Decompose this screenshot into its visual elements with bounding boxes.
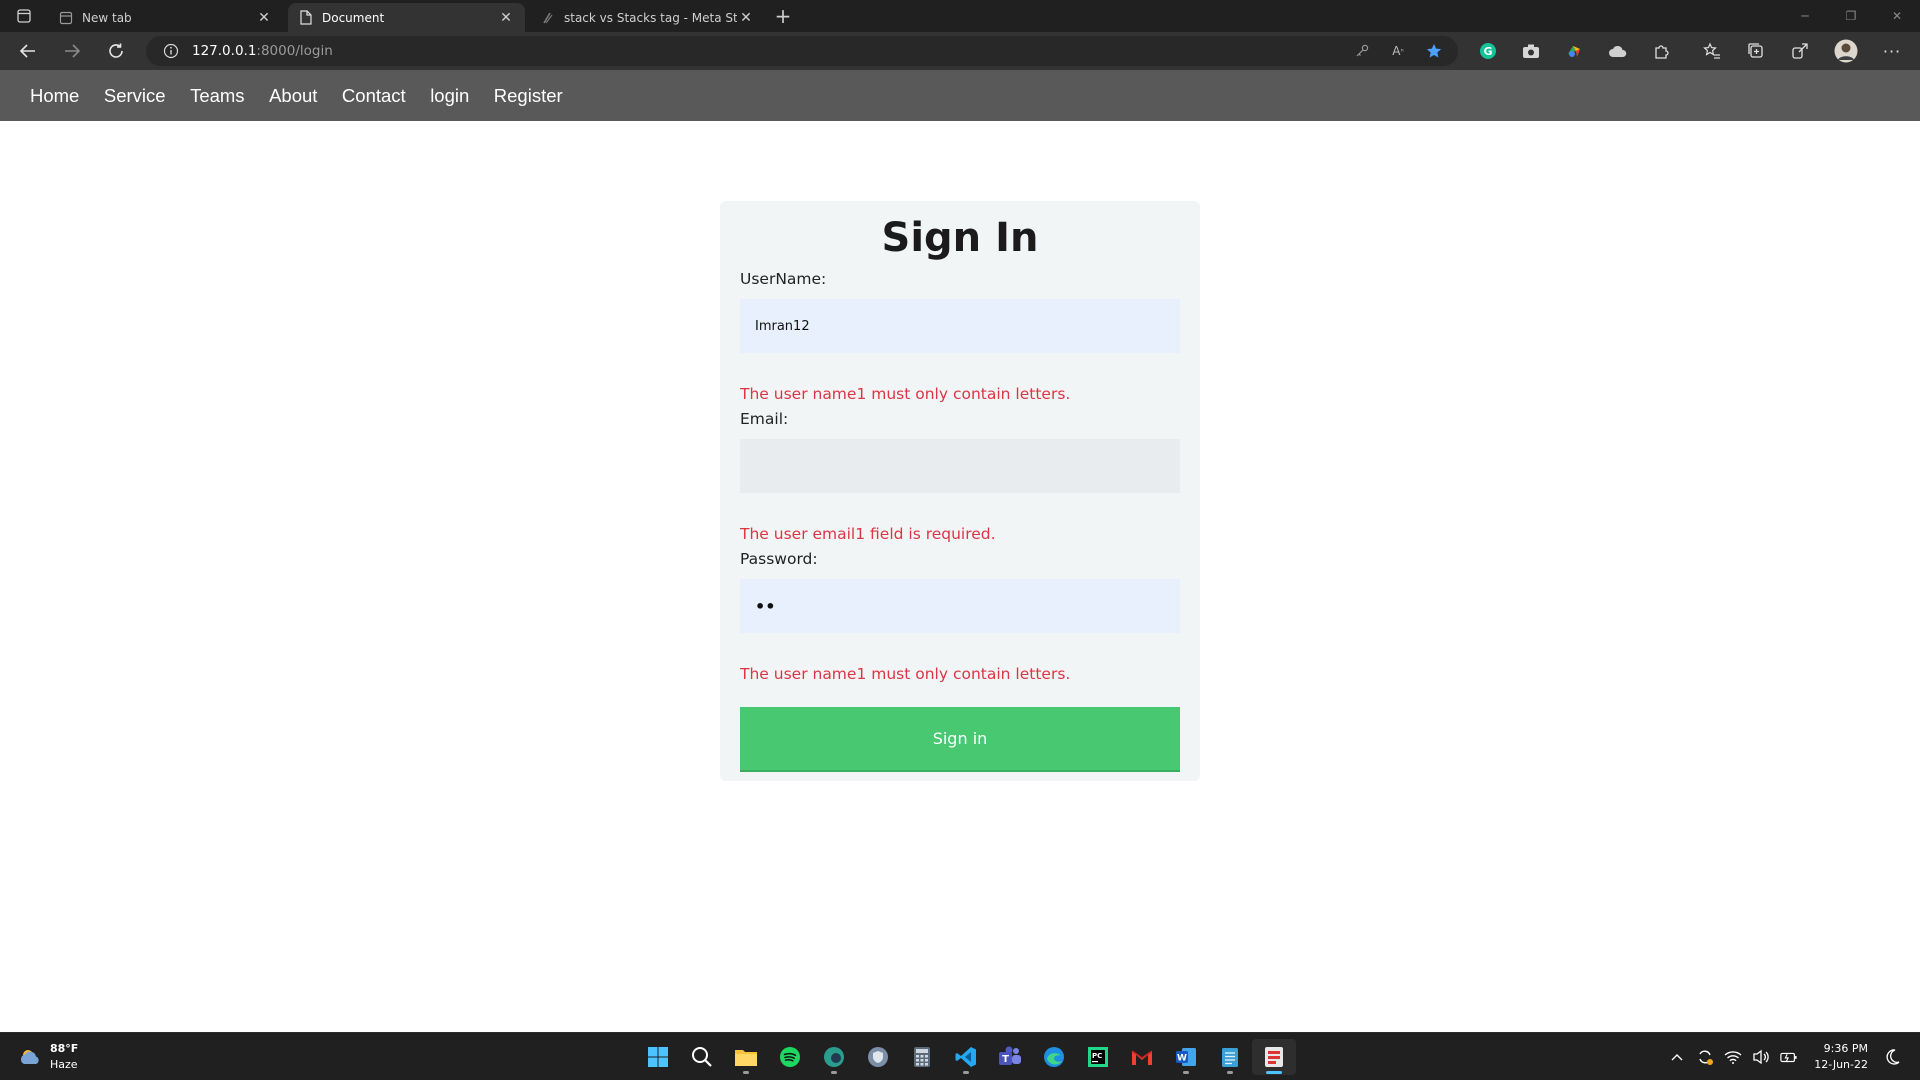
password-error: The user name1 must only contain letters… xyxy=(740,665,1071,683)
clock-date: 12-Jun-22 xyxy=(1814,1058,1868,1071)
new-tab-button[interactable]: + xyxy=(770,4,796,28)
page-icon xyxy=(58,10,74,26)
weather-temp: 88°F xyxy=(50,1042,79,1055)
vscode-icon[interactable] xyxy=(944,1039,988,1075)
document-icon xyxy=(298,10,314,26)
volume-icon[interactable] xyxy=(1752,1048,1770,1066)
nav-about[interactable]: About xyxy=(269,85,317,107)
spotify-icon[interactable] xyxy=(768,1039,812,1075)
address-bar[interactable]: 127.0.0.1:8000/login Aⁿ xyxy=(146,36,1458,66)
sync-icon[interactable] xyxy=(1696,1048,1714,1066)
svg-text:G: G xyxy=(1483,45,1492,58)
info-icon[interactable] xyxy=(156,43,186,59)
browser-tab-strip: New tab ✕ Document ✕ stack vs Stacks tag… xyxy=(0,0,1920,32)
notepad-icon[interactable] xyxy=(1208,1039,1252,1075)
tab-actions-icon[interactable] xyxy=(10,6,38,26)
restore-icon[interactable]: ❐ xyxy=(1828,0,1874,32)
svg-text:PC: PC xyxy=(1092,1052,1102,1060)
wifi-icon[interactable] xyxy=(1724,1048,1742,1066)
forward-icon[interactable] xyxy=(56,37,88,65)
password-label: Password: xyxy=(740,550,818,568)
collections-icon[interactable] xyxy=(1742,38,1770,64)
gmail-icon[interactable] xyxy=(1120,1039,1164,1075)
url-path: :8000/login xyxy=(256,43,333,59)
file-explorer-icon[interactable] xyxy=(724,1039,768,1075)
security-icon[interactable] xyxy=(856,1039,900,1075)
nav-teams[interactable]: Teams xyxy=(190,85,245,107)
nav-login[interactable]: login xyxy=(430,85,469,107)
share-icon[interactable] xyxy=(1786,38,1814,64)
email-error: The user email1 field is required. xyxy=(740,525,996,543)
key-icon[interactable] xyxy=(1350,40,1374,62)
tab-document[interactable]: Document ✕ xyxy=(288,3,525,32)
window-controls: ─ ❐ ✕ xyxy=(1782,0,1920,32)
chevron-up-icon[interactable] xyxy=(1668,1048,1686,1066)
word-icon[interactable]: W xyxy=(1164,1039,1208,1075)
taskbar-apps: T PC W xyxy=(636,1039,1296,1075)
clock-time: 9:36 PM xyxy=(1823,1042,1868,1055)
close-icon[interactable]: ✕ xyxy=(737,9,755,27)
favorite-star-icon[interactable] xyxy=(1422,40,1446,62)
nav-contact[interactable]: Contact xyxy=(342,85,406,107)
weather-widget[interactable]: 88°F Haze xyxy=(18,1041,78,1073)
edge-icon[interactable] xyxy=(1032,1039,1076,1075)
close-window-icon[interactable]: ✕ xyxy=(1874,0,1920,32)
password-input[interactable] xyxy=(740,579,1180,633)
extensions-puzzle-icon[interactable] xyxy=(1648,38,1676,64)
site-navbar: Home Service Teams About Contact login R… xyxy=(0,70,1920,121)
address-actions: Aⁿ xyxy=(1350,40,1446,62)
tab-new-tab[interactable]: New tab ✕ xyxy=(48,3,283,32)
address-url: 127.0.0.1:8000/login xyxy=(192,43,333,59)
weather-desc: Haze xyxy=(50,1058,78,1071)
teams-icon[interactable]: T xyxy=(988,1039,1032,1075)
tab-title: Document xyxy=(322,10,385,25)
edge-dev-icon[interactable] xyxy=(812,1039,856,1075)
battery-icon[interactable] xyxy=(1780,1048,1798,1066)
svg-text:W: W xyxy=(1177,1054,1187,1064)
read-aloud-icon[interactable]: Aⁿ xyxy=(1386,40,1410,62)
start-icon[interactable] xyxy=(636,1039,680,1075)
email-input[interactable] xyxy=(740,439,1180,493)
profile-avatar[interactable] xyxy=(1832,38,1860,64)
pycharm-icon[interactable]: PC xyxy=(1076,1039,1120,1075)
favorites-icon[interactable] xyxy=(1698,38,1726,64)
tab-title: New tab xyxy=(82,10,132,25)
back-icon[interactable] xyxy=(12,37,44,65)
username-label: UserName: xyxy=(740,270,827,288)
notification-moon-icon[interactable] xyxy=(1884,1048,1902,1066)
more-menu-icon[interactable]: ··· xyxy=(1878,38,1906,64)
taskbar-clock[interactable]: 9:36 PM 12-Jun-22 xyxy=(1814,1041,1868,1073)
system-tray: 9:36 PM 12-Jun-22 xyxy=(1668,1033,1902,1081)
grammarly-icon[interactable]: G xyxy=(1474,38,1502,64)
browser-toolbar: 127.0.0.1:8000/login Aⁿ G ··· xyxy=(0,32,1920,70)
cloud-extension-icon[interactable] xyxy=(1604,38,1632,64)
stackexchange-icon xyxy=(540,10,556,26)
nav-register[interactable]: Register xyxy=(494,85,563,107)
page-title: Sign In xyxy=(881,215,1039,261)
sublime-icon[interactable] xyxy=(1252,1039,1296,1075)
username-input[interactable] xyxy=(740,299,1180,353)
weather-haze-icon xyxy=(20,1050,39,1064)
tab-meta-stack[interactable]: stack vs Stacks tag - Meta Stack ✕ xyxy=(530,3,765,32)
svg-text:T: T xyxy=(1002,1054,1009,1065)
search-icon[interactable] xyxy=(680,1039,724,1075)
calculator-icon[interactable] xyxy=(900,1039,944,1075)
close-icon[interactable]: ✕ xyxy=(255,9,273,27)
tab-title: stack vs Stacks tag - Meta Stack xyxy=(564,10,737,25)
refresh-icon[interactable] xyxy=(100,37,132,65)
colorful-extension-icon[interactable] xyxy=(1560,38,1588,64)
signin-card: Sign In UserName: The user name1 must on… xyxy=(720,201,1200,781)
url-host: 127.0.0.1 xyxy=(192,43,257,59)
nav-service[interactable]: Service xyxy=(104,85,166,107)
nav-home[interactable]: Home xyxy=(30,85,79,107)
username-error: The user name1 must only contain letters… xyxy=(740,385,1071,403)
minimize-icon[interactable]: ─ xyxy=(1782,0,1828,32)
signin-button[interactable]: Sign in xyxy=(740,707,1180,772)
close-icon[interactable]: ✕ xyxy=(497,9,515,27)
taskbar: 88°F Haze T PC W 9:36 PM 12-Jun-22 xyxy=(0,1032,1920,1080)
camera-icon[interactable] xyxy=(1517,38,1545,64)
email-label: Email: xyxy=(740,410,789,428)
